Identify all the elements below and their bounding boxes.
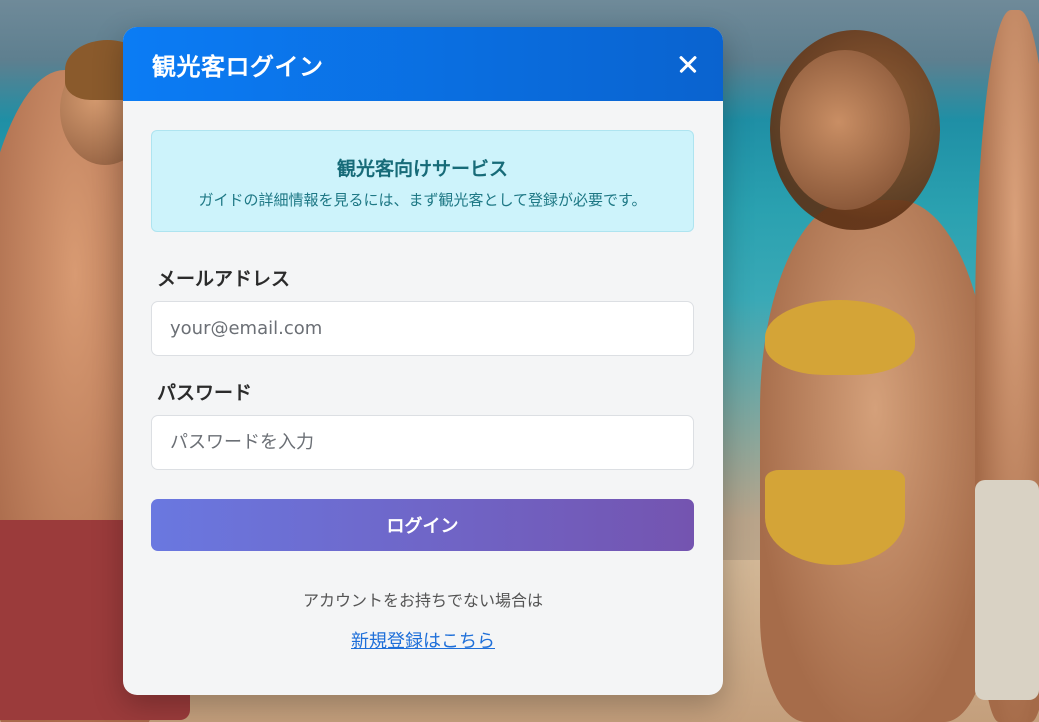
email-label: メールアドレス: [157, 268, 291, 290]
close-icon[interactable]: [673, 49, 703, 79]
password-label: パスワード: [157, 382, 253, 404]
register-link[interactable]: 新規登録はこちら: [351, 631, 495, 652]
no-account-text: アカウントをお持ちでない場合は: [302, 591, 543, 610]
register-link-wrapper: 新規登録はこちら: [123, 627, 723, 653]
email-field[interactable]: [151, 301, 694, 356]
person-center: [760, 200, 990, 722]
info-box: 観光客向けサービス ガイドの詳細情報を見るには、まず観光客として登録が必要です。: [151, 130, 694, 232]
info-title: 観光客向けサービス: [336, 158, 508, 180]
login-modal: 観光客ログイン 観光客向けサービス ガイドの詳細情報を見るには、まず観光客として…: [123, 27, 723, 695]
login-button[interactable]: ログイン: [151, 499, 694, 551]
info-text: ガイドの詳細情報を見るには、まず観光客として登録が必要です。: [198, 191, 647, 209]
modal-title: 観光客ログイン: [152, 52, 324, 81]
password-field[interactable]: [151, 415, 694, 470]
modal-header: 観光客ログイン: [123, 27, 723, 101]
